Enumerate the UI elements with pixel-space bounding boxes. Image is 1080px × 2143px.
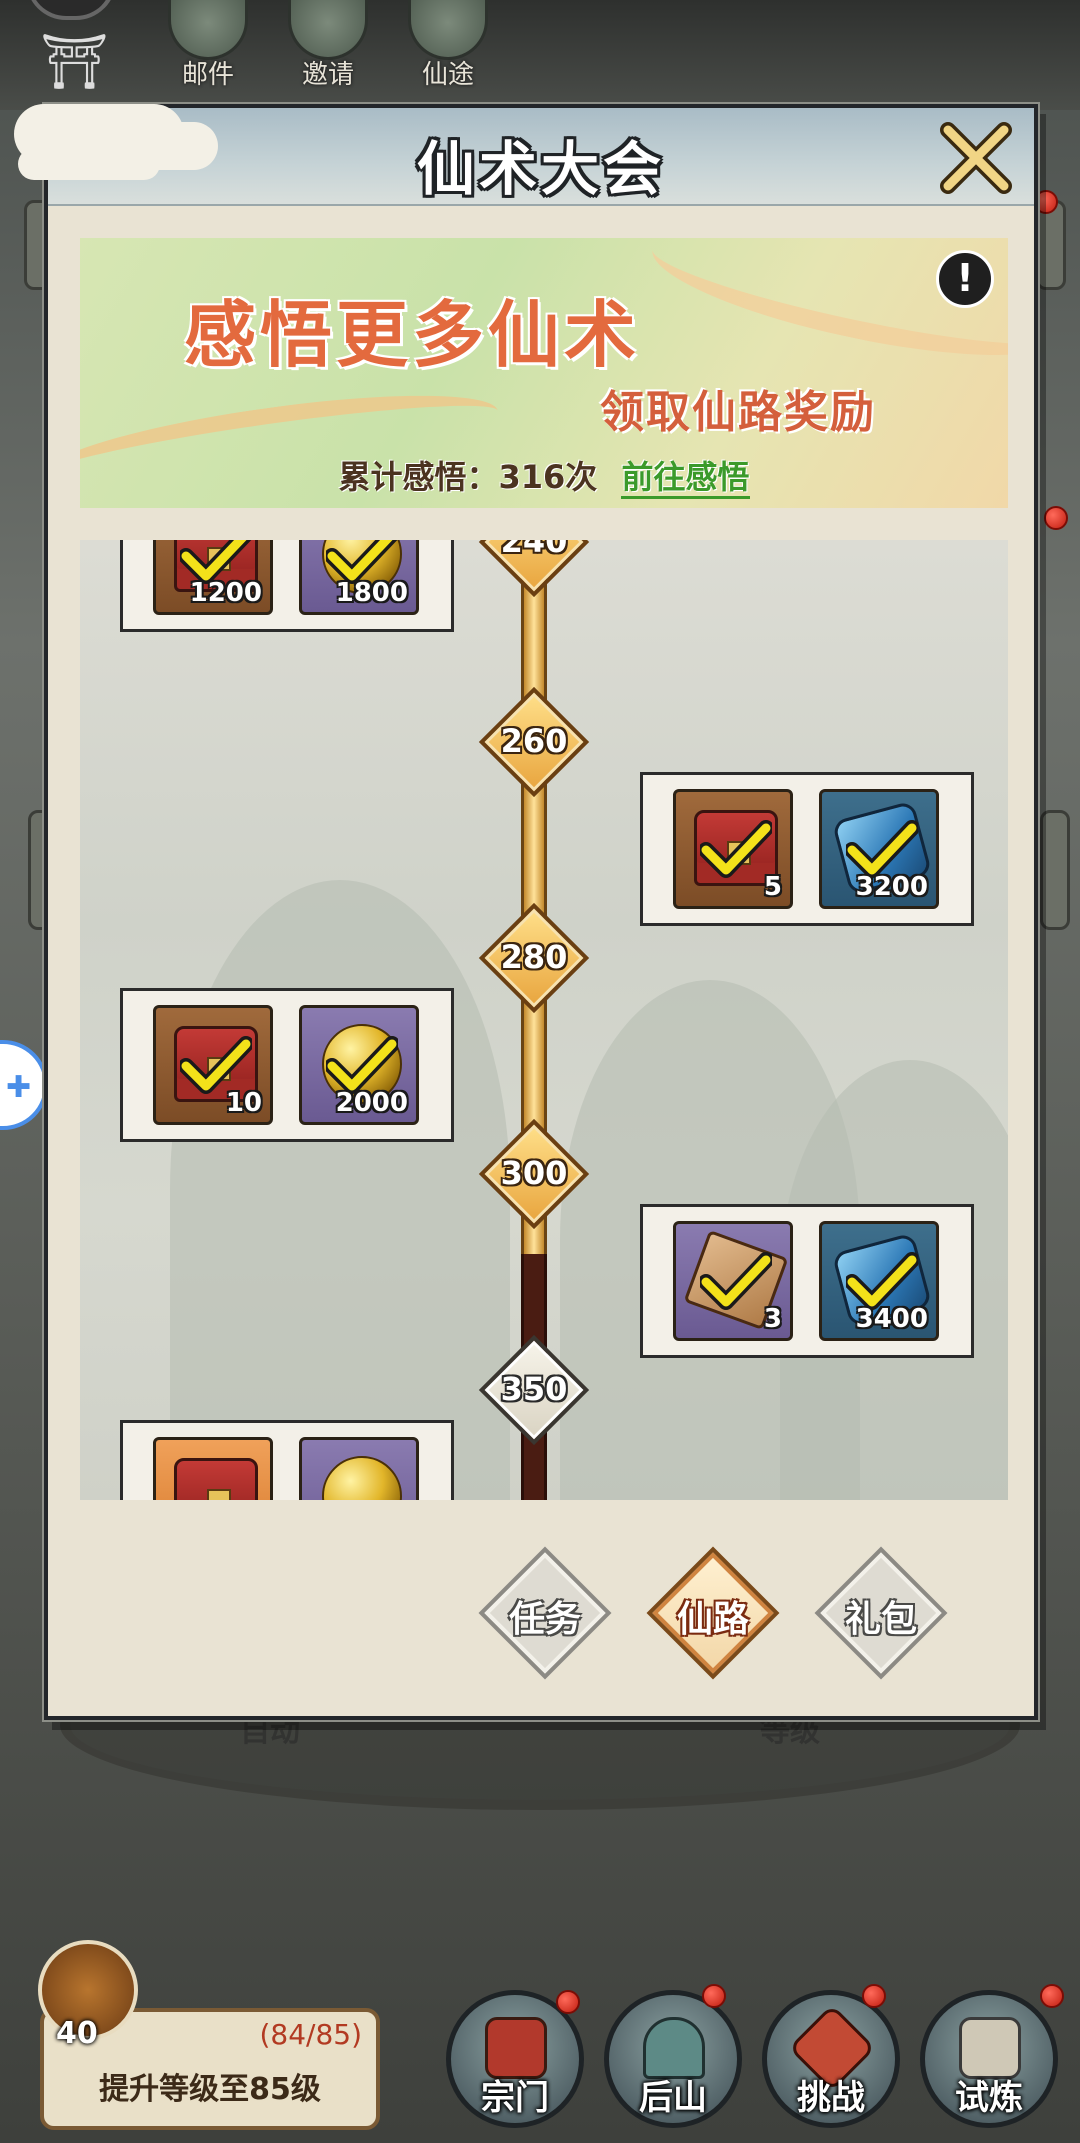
level-up-text: 提升等级至85级: [99, 2072, 321, 2107]
nav-challenge-button[interactable]: 挑战: [762, 1990, 900, 2128]
milestone-300: 300: [478, 1118, 590, 1230]
path-button[interactable]: 仙途: [404, 0, 492, 90]
reward-item-chest[interactable]: 5: [153, 1437, 273, 1500]
mail-button[interactable]: 邮件: [164, 0, 252, 90]
chest-icon: [174, 1458, 258, 1500]
banner-subtitle: 领取仙路奖励: [600, 387, 876, 438]
check-icon: [844, 820, 920, 878]
reward-box-260[interactable]: 5 3200: [640, 772, 974, 926]
nav-trial-button[interactable]: 试炼: [920, 1990, 1058, 2128]
chest-count: 40: [56, 2016, 98, 2051]
reward-item-scroll[interactable]: 3: [673, 1221, 793, 1341]
reward-box-350[interactable]: 5 2200: [120, 1420, 454, 1500]
reward-quantity: 10: [225, 1088, 262, 1118]
orb-icon: [322, 1456, 402, 1500]
reward-quantity: 5: [763, 872, 782, 902]
mail-label: 邮件: [181, 60, 234, 90]
banner-progress-line: 累计感悟：316次 前往感悟: [80, 452, 1008, 499]
info-icon: !: [956, 256, 974, 300]
check-icon: [698, 820, 774, 878]
invite-label: 邀请: [301, 60, 354, 90]
notification-dot: [702, 1984, 726, 2008]
tab-label: 仙路: [676, 1599, 749, 1640]
reward-item-chest[interactable]: 10: [153, 1005, 273, 1125]
reward-quantity: 3400: [855, 1304, 928, 1334]
side-button[interactable]: [1036, 200, 1066, 290]
check-icon: [178, 1036, 254, 1094]
path-icon: [408, 0, 488, 60]
reward-item-chest[interactable]: 5: [673, 789, 793, 909]
check-icon: [844, 1252, 920, 1310]
path-label: 仙途: [421, 60, 474, 90]
banner-title: 感悟更多仙术: [184, 292, 641, 377]
nav-mountain-button[interactable]: 后山: [604, 1990, 742, 2128]
info-button[interactable]: !: [936, 250, 994, 308]
modal-header: 仙术大会: [14, 104, 1034, 206]
modal-title: 仙术大会: [416, 135, 665, 203]
event-banner: 感悟更多仙术 领取仙路奖励 累计感悟：316次 前往感悟 !: [80, 238, 1008, 508]
close-icon: [940, 122, 1012, 194]
mountain-decoration: [170, 880, 510, 1500]
tab-label: 任务: [508, 1599, 581, 1640]
tab-gift-pack[interactable]: 礼包: [814, 1546, 948, 1680]
nav-label: 后山: [639, 2078, 707, 2118]
reward-item-orb[interactable]: 2200: [299, 1437, 419, 1500]
milestone-280: 280: [478, 902, 590, 1014]
notification-dot: [862, 1984, 886, 2008]
floating-gamepad-button[interactable]: ✚: [0, 1040, 48, 1130]
reward-quantity: 1200: [189, 578, 262, 608]
side-button[interactable]: [1040, 810, 1070, 930]
nav-label: 挑战: [797, 2078, 865, 2118]
reward-box-240[interactable]: 1200 1800: [120, 540, 454, 632]
milestone-240: 240: [478, 540, 590, 598]
top-bar: [0, 0, 1080, 110]
mail-icon: [168, 0, 248, 60]
notification-dot: [1040, 1984, 1064, 2008]
crane-icon: ⛩: [40, 30, 109, 93]
milestone-value: 240: [500, 540, 568, 560]
tab-label: 礼包: [844, 1599, 917, 1640]
reward-item-gem[interactable]: 3200: [819, 789, 939, 909]
reward-item-orb[interactable]: 2000: [299, 1005, 419, 1125]
milestone-value: 350: [500, 1370, 568, 1408]
nav-label: 试炼: [955, 2078, 1023, 2118]
level-progress: (84/85): [259, 2018, 362, 2051]
check-icon: [698, 1252, 774, 1310]
tab-immortal-road[interactable]: 仙路: [646, 1546, 780, 1680]
notification-dot: [556, 1990, 580, 2014]
close-button[interactable]: [934, 116, 1018, 200]
nav-label: 宗门: [481, 2078, 549, 2118]
reward-quantity: 1800: [335, 578, 408, 608]
reward-road[interactable]: 240 1200 1800 260 5 3200 280 10 2000 300 3 3400 350 5…: [80, 540, 1008, 1500]
milestone-350: 350: [478, 1334, 590, 1446]
reward-quantity: 3200: [855, 872, 928, 902]
reward-item-orb[interactable]: 1800: [299, 540, 419, 615]
gamepad-icon: ✚: [6, 1070, 32, 1105]
milestone-value: 300: [500, 1154, 568, 1192]
reward-item-gem[interactable]: 3400: [819, 1221, 939, 1341]
tab-tasks[interactable]: 任务: [478, 1546, 612, 1680]
event-modal: 仙术大会 感悟更多仙术 领取仙路奖励 累计感悟：316次 前往感悟 ! 240 1…: [14, 104, 1038, 1720]
reward-item-chest[interactable]: 1200: [153, 540, 273, 615]
comprehension-count: 累计感悟：316次: [338, 458, 598, 496]
check-icon: [324, 1036, 400, 1094]
reward-quantity: 3: [763, 1304, 782, 1334]
goto-comprehend-link[interactable]: 前往感悟: [621, 458, 750, 499]
milestone-260: 260: [478, 686, 590, 798]
invite-button[interactable]: 邀请: [284, 0, 372, 90]
notification-dot: [1044, 506, 1068, 530]
reward-box-300[interactable]: 3 3400: [640, 1204, 974, 1358]
reward-box-280[interactable]: 10 2000: [120, 988, 454, 1142]
milestone-value: 260: [500, 722, 568, 760]
milestone-value: 280: [500, 938, 568, 976]
invite-icon: [288, 0, 368, 60]
reward-quantity: 2000: [335, 1088, 408, 1118]
